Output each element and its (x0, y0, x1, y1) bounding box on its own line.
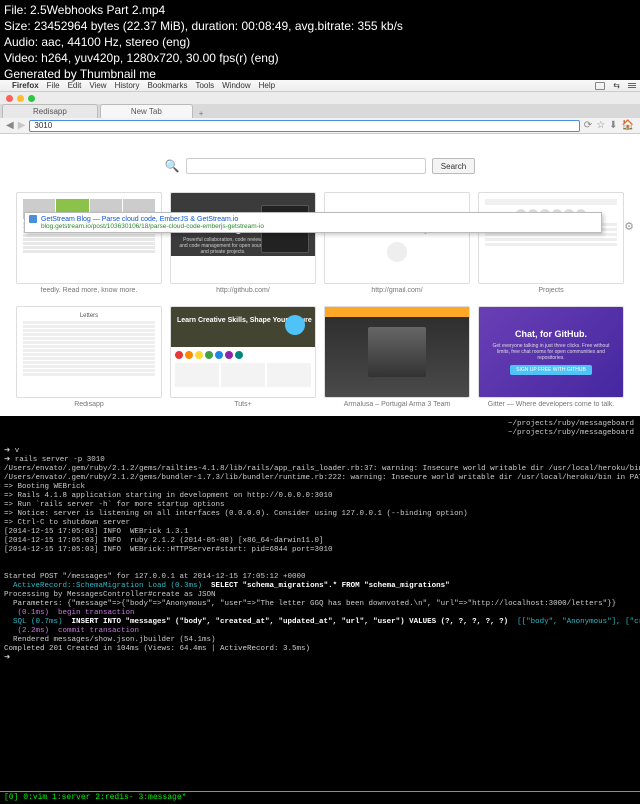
suggestion-favicon-icon (29, 215, 37, 223)
forward-button[interactable]: ▶ (18, 120, 26, 131)
terminal-line: [2014-12-15 17:05:03] INFO WEBrick 1.3.1 (4, 528, 189, 536)
terminal-line: SQL (0.7ms) INSERT INTO "messages" ("bod… (4, 618, 640, 626)
refresh-button[interactable]: ⟳ (584, 120, 592, 131)
window-zoom-button[interactable] (28, 95, 35, 102)
terminal-line: => Run `rails server -h` for more startu… (4, 501, 225, 509)
window-titlebar[interactable] (0, 92, 640, 104)
tmux-statusbar[interactable]: [0] 0:vim 1:server 2:redis- 3:message* (0, 791, 640, 803)
browser-window-chrome: Redisapp New Tab + ◀ ▶ 3010 ⟳ ☆ ⬇ 🏠 (0, 92, 640, 134)
terminal-cwd: ~/projects/ruby/messageboard (508, 420, 634, 429)
terminal-line: => Booting WEBrick (4, 483, 85, 491)
url-value: 3010 (34, 121, 52, 130)
terminal-line: [2014-12-15 17:05:03] INFO ruby 2.1.2 (2… (4, 537, 324, 545)
terminal-line: ActiveRecord::SchemaMigration Load (0.3m… (4, 582, 450, 590)
search-icon: 🔍 (165, 159, 180, 173)
newtab-content: 🔍 Search feedly. Read more, know more. B… (0, 134, 640, 416)
tile-header: Letters (23, 313, 155, 319)
url-input[interactable]: 3010 (29, 120, 579, 132)
tile-caption: Redisapp (16, 401, 162, 408)
terminal-line: /Users/envato/.gem/ruby/2.1.2/gems/railt… (4, 465, 640, 473)
suggestion-url: blog.getstream.io/post/103630106/18/pars… (41, 223, 597, 230)
tile-thumbnail (324, 306, 470, 398)
tile-caption: Tuts+ (170, 401, 316, 408)
terminal-line: ➜ v (4, 447, 19, 455)
overlay-video: Video: h264, yuv420p, 1280x720, 30.00 fp… (4, 50, 636, 66)
back-button[interactable]: ◀ (6, 120, 14, 131)
tab-add-button[interactable]: + (193, 109, 210, 118)
tile-caption: feedly. Read more, know more. (16, 287, 162, 294)
desktop-area: Firefox File Edit View History Bookmarks… (0, 80, 640, 416)
tile-caption: Armalusa – Portugal Arma 3 Team (324, 401, 470, 408)
tile-feedly[interactable]: feedly. Read more, know more. (16, 192, 162, 294)
terminal-line: Rendered messages/show.json.jbuilder (54… (4, 636, 216, 644)
tile-caption: http://github.com/ (170, 287, 316, 294)
terminal-panel[interactable]: ~/projects/ruby/messageboard ~/projects/… (0, 416, 640, 803)
tile-thumbnail (16, 192, 162, 284)
overlay-file: File: 2.5Webhooks Part 2.mp4 (4, 2, 636, 18)
tab-new-tab[interactable]: New Tab (100, 104, 193, 118)
terminal-line: => Ctrl-C to shutdown server (4, 519, 130, 527)
terminal-line: /Users/envato/.gem/ruby/2.1.2/gems/bundl… (4, 474, 640, 482)
terminal-line: (2.2ms) commit transaction (4, 627, 139, 635)
download-button[interactable]: ⬇ (609, 120, 617, 131)
tile-gmail[interactable]: Google One account. All of Google. http:… (324, 192, 470, 294)
suggestion-title: GetStream Blog — Parse cloud code, Ember… (41, 216, 238, 223)
navigation-toolbar: ◀ ▶ 3010 ⟳ ☆ ⬇ 🏠 (0, 118, 640, 134)
browser-tabbar: Redisapp New Tab + (0, 104, 640, 118)
tile-subtext: Get everyone talking in just three click… (479, 343, 623, 361)
bookmark-button[interactable]: ☆ (596, 120, 605, 131)
tile-tuts[interactable]: Learn Creative Skills, Shape Your Future… (170, 306, 316, 408)
tmux-session: [0] (4, 793, 18, 802)
window-close-button[interactable] (6, 95, 13, 102)
thumbnail-overlay: File: 2.5Webhooks Part 2.mp4 Size: 23452… (0, 0, 640, 84)
terminal-line: Completed 201 Created in 104ms (Views: 6… (4, 645, 310, 653)
url-suggestion-dropdown[interactable]: GetStream Blog — Parse cloud code, Ember… (24, 212, 602, 233)
search-button[interactable]: Search (432, 158, 475, 174)
tile-gitter[interactable]: Chat, for GitHub. Get everyone talking i… (478, 306, 624, 408)
tile-armalusa[interactable]: Armalusa – Portugal Arma 3 Team (324, 306, 470, 408)
tile-thumbnail (478, 192, 624, 284)
terminal-line: [2014-12-15 17:05:03] INFO WEBrick::HTTP… (4, 546, 333, 554)
terminal-line: ➜ (4, 654, 15, 662)
home-button[interactable]: 🏠 (622, 120, 634, 131)
avatar-placeholder-icon (387, 242, 407, 262)
terminal-line: => Rails 4.1.8 application starting in d… (4, 492, 333, 500)
tile-thumbnail: Build software better, together. Powerfu… (170, 192, 316, 284)
tile-cta: SIGN UP FREE WITH GITHUB (510, 365, 592, 375)
terminal-line: ➜ rails server -p 3010 (4, 456, 105, 464)
terminal-line: (0.1ms) begin transaction (4, 609, 135, 617)
tile-headline: Chat, for GitHub. (515, 329, 587, 339)
tile-thumbnail: Google One account. All of Google. (324, 192, 470, 284)
tile-projects[interactable]: Projects (478, 192, 624, 294)
tile-thumbnail: Letters (16, 306, 162, 398)
tile-thumbnail: Learn Creative Skills, Shape Your Future (170, 306, 316, 398)
overlay-audio: Audio: aac, 44100 Hz, stereo (eng) (4, 34, 636, 50)
terminal-line: Started POST "/messages" for 127.0.0.1 a… (4, 573, 306, 581)
url-actions: ⟳ ☆ ⬇ 🏠 (584, 120, 634, 131)
search-input[interactable] (186, 158, 426, 174)
newtab-settings-icon[interactable]: ⚙ (624, 220, 634, 233)
overlay-generated: Generated by Thumbnail me (4, 66, 636, 82)
tile-redisapp[interactable]: Letters Redisapp (16, 306, 162, 408)
terminal-line: => Notice: server is listening on all in… (4, 510, 468, 518)
tile-caption: Gitter — Where developers come to talk. (478, 401, 624, 408)
tile-thumbnail: Chat, for GitHub. Get everyone talking i… (478, 306, 624, 398)
tile-caption: Projects (478, 287, 624, 294)
overlay-size: Size: 23452964 bytes (22.37 MiB), durati… (4, 18, 636, 34)
newtab-search-row: 🔍 Search (12, 158, 628, 174)
terminal-line: Processing by MessagesController#create … (4, 591, 216, 599)
suggestion-item[interactable]: GetStream Blog — Parse cloud code, Ember… (29, 215, 597, 223)
terminal-line: Parameters: {"message"=>{"body"=>"Anonym… (4, 600, 616, 608)
window-minimize-button[interactable] (17, 95, 24, 102)
tmux-windows: 0:vim 1:server 2:redis- 3:message* (23, 793, 186, 802)
tab-redisapp[interactable]: Redisapp (2, 104, 98, 118)
terminal-cwd: ~/projects/ruby/messageboard (508, 429, 634, 438)
tile-github[interactable]: Build software better, together. Powerfu… (170, 192, 316, 294)
tile-caption: http://gmail.com/ (324, 287, 470, 294)
tile-subtext: Powerful collaboration, code review, and… (179, 237, 267, 255)
